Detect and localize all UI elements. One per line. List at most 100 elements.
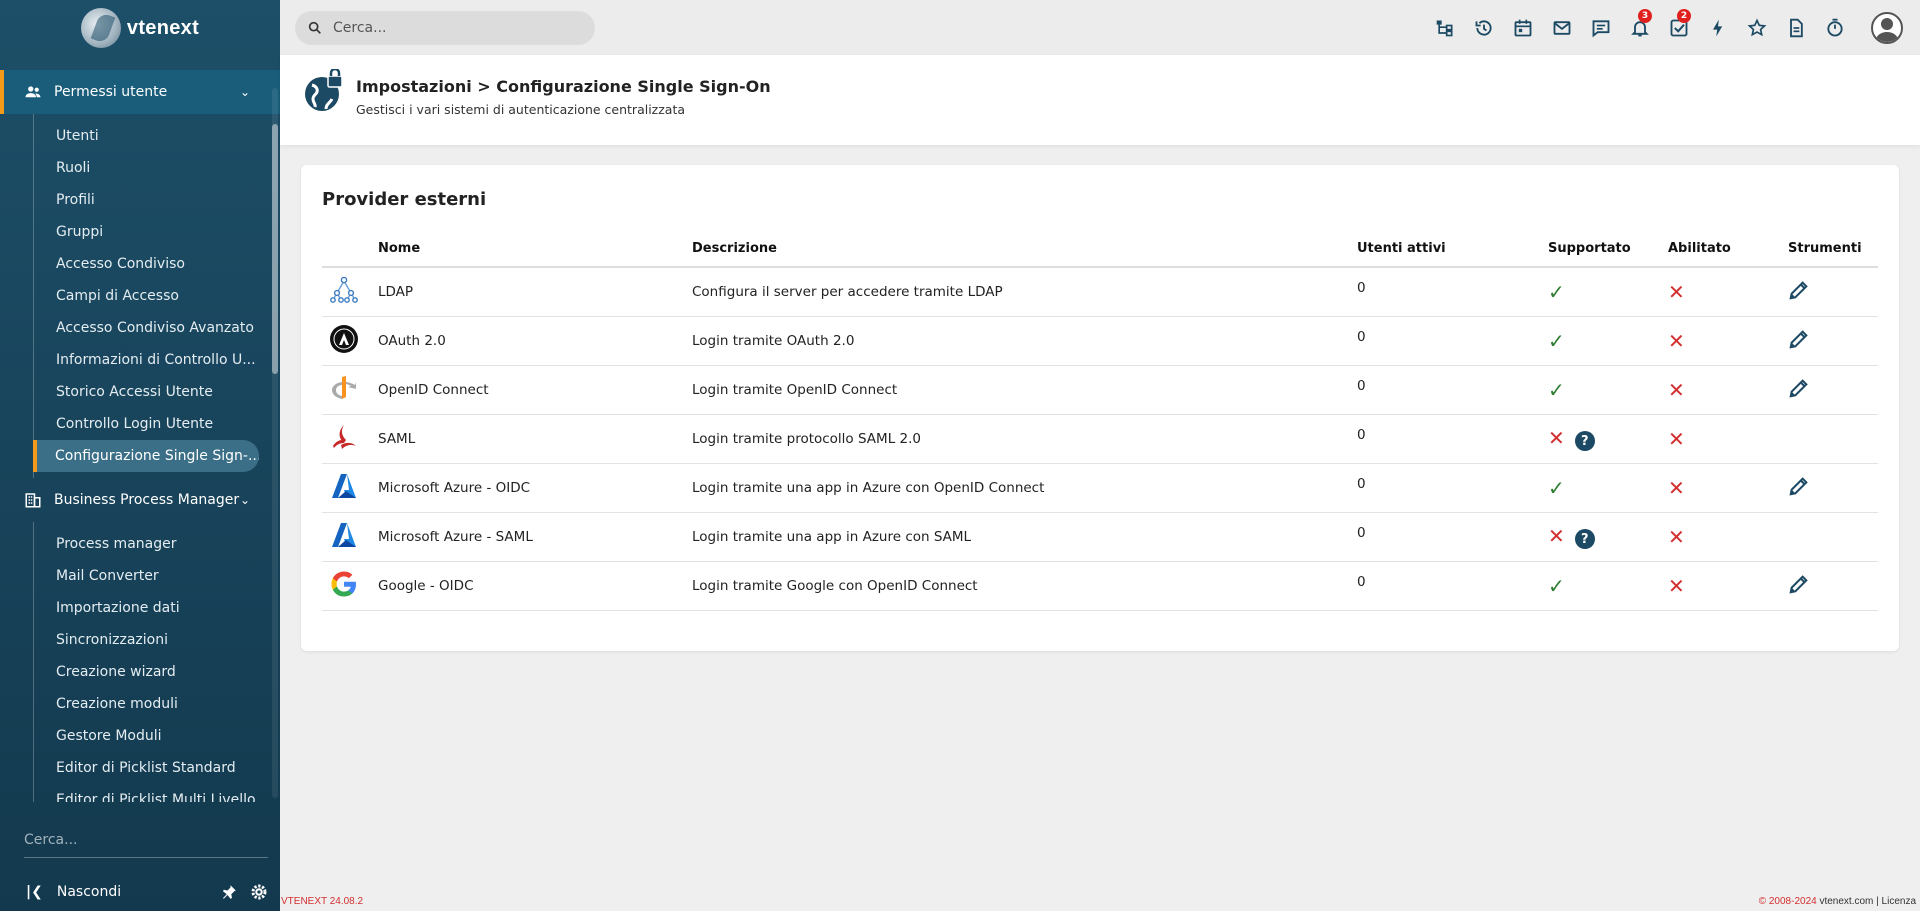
notifications-button[interactable]: 3 [1620, 0, 1659, 55]
pencil-icon [1788, 328, 1810, 350]
sidebar-submenu-bpm: Process manager Mail Converter Importazion… [33, 522, 280, 802]
chevron-down-icon: ⌄ [239, 85, 250, 99]
sidebar-item[interactable]: Configurazione Single Sign-... [33, 440, 259, 472]
chat-button[interactable] [1581, 0, 1620, 55]
supported-cell: ✓ [1548, 561, 1668, 611]
provider-name: LDAP [378, 267, 692, 317]
sidebar-item[interactable]: Process manager [34, 528, 260, 560]
sidebar-item[interactable]: Editor di Picklist Standard [34, 752, 260, 784]
favorites-button[interactable] [1737, 0, 1776, 55]
column-header-nome: Nome [378, 231, 692, 268]
history-icon [1475, 19, 1492, 36]
pencil-icon [1788, 279, 1810, 301]
sidebar-section-label: Business Process Manager [54, 492, 240, 508]
cross-icon: ✕ [1668, 573, 1685, 598]
table-row: OAuth 2.0 Login tramite OAuth 2.0 0 ✓ ✕ [322, 316, 1878, 366]
logo-icon [80, 8, 121, 48]
help-icon[interactable]: ? [1574, 529, 1595, 549]
user-menu-button[interactable] [1854, 0, 1920, 55]
sidebar-item[interactable]: Informazioni di Controllo U... [34, 344, 260, 376]
provider-description: Login tramite una app in Azure con SAML [692, 512, 1357, 562]
sidebar-item[interactable]: Ruoli [34, 152, 260, 184]
sidebar-menu: Permessi utente ⌄ Utenti Ruoli Profili Grup… [0, 70, 280, 802]
azure-icon [329, 520, 359, 550]
sidebar-item[interactable]: Utenti [34, 120, 260, 152]
chevron-down-icon: ⌄ [239, 493, 250, 507]
sidebar-item[interactable]: Creazione wizard [34, 656, 260, 688]
provider-description: Login tramite una app in Azure con OpenI… [692, 463, 1357, 513]
sidebar-item[interactable]: Mail Converter [34, 560, 260, 592]
quick-actions-button[interactable] [1698, 0, 1737, 55]
pencil-icon [1788, 475, 1810, 497]
sidebar-item[interactable]: Sincronizzazioni [34, 624, 260, 656]
pin-icon[interactable] [220, 883, 238, 901]
global-search[interactable] [295, 11, 595, 45]
hide-sidebar-button[interactable]: Nascondi [57, 884, 220, 900]
sidebar-search-input[interactable] [24, 822, 268, 858]
documents-button[interactable] [1776, 0, 1815, 55]
edit-button[interactable] [1788, 475, 1810, 497]
providers-card: Provider esterni Nome Descrizione Utenti… [301, 165, 1899, 651]
enabled-cell: ✕ [1668, 316, 1788, 366]
mail-icon [1553, 20, 1570, 35]
tools-cell [1788, 561, 1878, 611]
search-input[interactable] [333, 20, 583, 36]
sidebar-item[interactable]: Accesso Condiviso Avanzato [34, 312, 260, 344]
sidebar-item[interactable]: Controllo Login Utente [34, 408, 260, 440]
sidebar-section-permessi-utente[interactable]: Permessi utente ⌄ [0, 70, 280, 114]
table-header-row: Nome Descrizione Utenti attivi Supportat… [322, 231, 1878, 268]
history-button[interactable] [1464, 0, 1503, 55]
google-icon [329, 569, 359, 599]
copyright-link[interactable]: vtenext.com | Licenza [1817, 896, 1916, 907]
edit-button[interactable] [1788, 377, 1810, 399]
enabled-cell: ✕ [1668, 512, 1788, 562]
provider-description: Login tramite Google con OpenID Connect [692, 561, 1357, 611]
sidebar-item[interactable]: Gruppi [34, 216, 260, 248]
edit-button[interactable] [1788, 328, 1810, 350]
sidebar-scrollbar[interactable] [272, 88, 278, 798]
logo[interactable]: vtenext [0, 0, 280, 56]
column-header-strumenti: Strumenti [1788, 231, 1878, 268]
sidebar-item[interactable]: Storico Accessi Utente [34, 376, 260, 408]
provider-description: Login tramite OpenID Connect [692, 365, 1357, 415]
supported-cell: ✕? [1548, 414, 1668, 464]
sidebar-item[interactable]: Gestore Moduli [34, 720, 260, 752]
provider-icon-cell [322, 512, 378, 562]
calendar-button[interactable] [1503, 0, 1542, 55]
sidebar-item[interactable]: Accesso Condiviso [34, 248, 260, 280]
users-icon [25, 86, 41, 98]
globe-lock-icon [305, 69, 343, 111]
sidebar: vtenext Permessi utente ⌄ Utenti Ruoli Pro… [0, 0, 280, 911]
edit-button[interactable] [1788, 573, 1810, 595]
sidebar-section-bpm[interactable]: Business Process Manager ⌄ [0, 478, 280, 522]
org-chart-button[interactable] [1425, 0, 1464, 55]
column-header-utenti-attivi: Utenti attivi [1357, 231, 1548, 268]
active-users: 0 [1357, 414, 1548, 464]
sidebar-item[interactable]: Importazione dati [34, 592, 260, 624]
cross-icon: ✕ [1548, 524, 1565, 548]
edit-button[interactable] [1788, 279, 1810, 301]
provider-name: OpenID Connect [378, 365, 692, 415]
gear-icon[interactable] [250, 883, 268, 901]
timer-button[interactable] [1815, 0, 1854, 55]
topbar-icons: 3 2 [1425, 0, 1920, 55]
mail-button[interactable] [1542, 0, 1581, 55]
help-icon[interactable]: ? [1574, 431, 1595, 451]
providers-table: Nome Descrizione Utenti attivi Supportat… [322, 231, 1878, 611]
scrollbar-thumb[interactable] [272, 124, 278, 374]
pencil-icon [1788, 573, 1810, 595]
provider-icon-cell [322, 463, 378, 513]
sidebar-item[interactable]: Profili [34, 184, 260, 216]
org-chart-icon [1436, 20, 1452, 36]
provider-icon-cell [322, 267, 378, 317]
copyright: © 2008-2024 vtenext.com | Licenza [1759, 896, 1916, 907]
collapse-icon[interactable]: |❮ [26, 884, 43, 900]
sidebar-item[interactable]: Editor di Picklist Multi Livello [34, 784, 260, 802]
tasks-button[interactable]: 2 [1659, 0, 1698, 55]
table-row: OpenID Connect Login tramite OpenID Conne… [322, 365, 1878, 415]
column-header-icon [322, 231, 378, 268]
sidebar-section-label: Permessi utente [54, 84, 168, 100]
sidebar-item[interactable]: Creazione moduli [34, 688, 260, 720]
provider-name: Microsoft Azure - SAML [378, 512, 692, 562]
sidebar-item[interactable]: Campi di Accesso [34, 280, 260, 312]
